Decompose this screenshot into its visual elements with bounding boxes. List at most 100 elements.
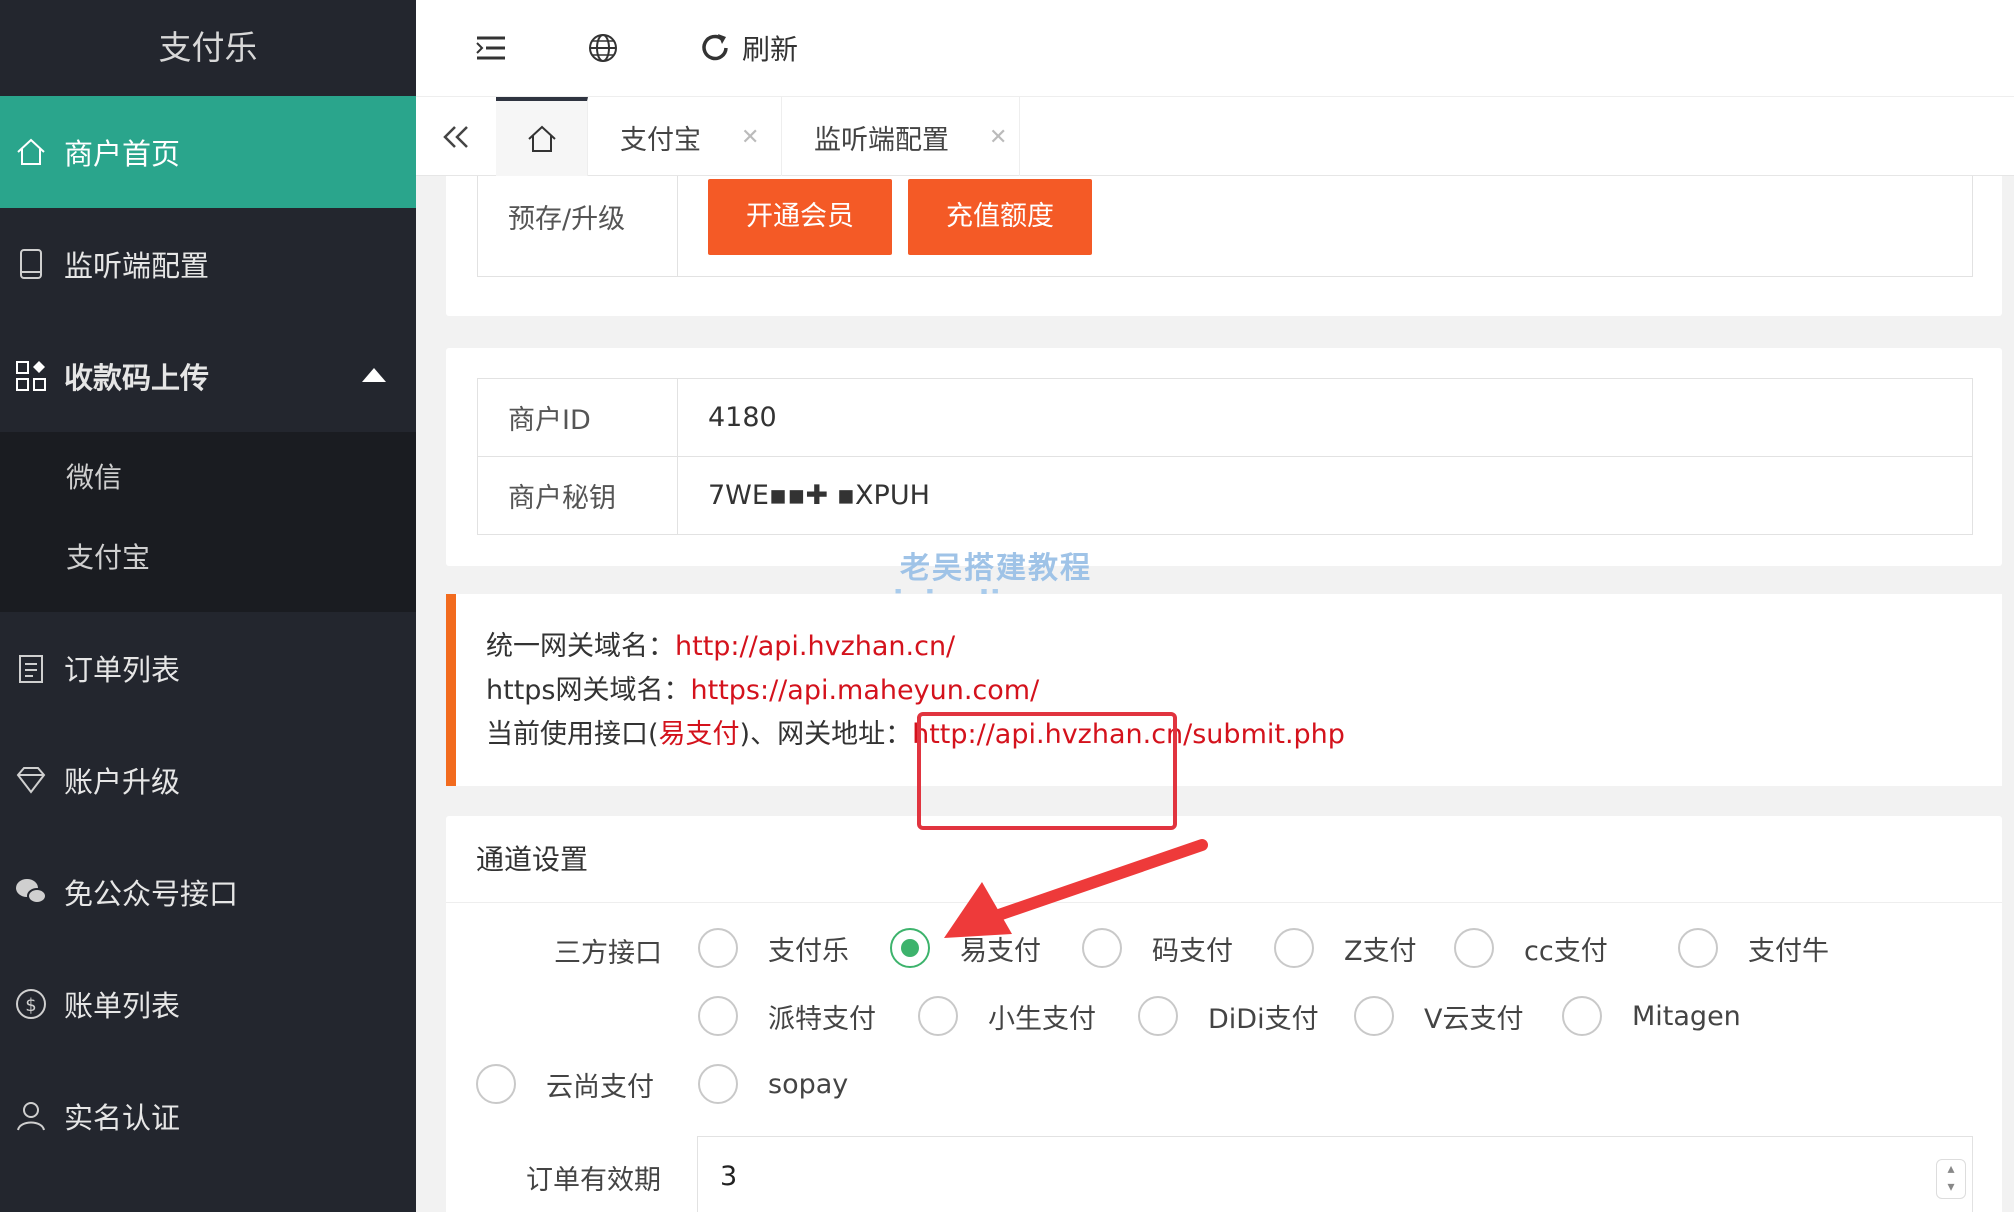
radio-circle[interactable] [1562,996,1602,1036]
caret-up-icon[interactable] [362,368,386,382]
https-gateway-link[interactable]: https://api.maheyun.com/ [691,675,1040,706]
radio-circle[interactable] [1678,928,1718,968]
user-icon [14,1099,48,1133]
order-expire-input[interactable]: 3 ▴ ▾ [697,1136,1973,1212]
upgrade-card: 预存/升级 开通会员 充值额度 [446,176,2002,316]
sidebar-item-label: 商户首页 [64,137,181,171]
sidebar-item-orders[interactable]: 订单列表 [0,612,416,724]
tab-home[interactable] [496,97,588,177]
radio-circle[interactable] [698,996,738,1036]
qrcode-icon [14,359,48,393]
sidebar-item-account-upgrade[interactable]: 账户升级 [0,724,416,836]
globe-icon [589,34,617,62]
sidebar-item-listener-config[interactable]: 监听端配置 [0,208,416,320]
unified-gateway-link[interactable]: http://api.hvzhan.cn/ [675,631,955,662]
sidebar-item-qrcode-upload[interactable]: 收款码上传 [0,320,416,432]
tab-alipay[interactable]: 支付宝 ✕ [588,97,782,177]
sidebar-item-label: 账户升级 [64,765,181,799]
sidebar-item-bills[interactable]: $ 账单列表 [0,948,416,1060]
sidebar-item-label: 订单列表 [64,653,181,687]
radio-option-label: 派特支付 [768,1003,876,1035]
sidebar-item-merchant-home[interactable]: 商户首页 [0,96,416,208]
sidebar-item-label: 实名认证 [64,1101,181,1135]
radio-circle[interactable] [1454,928,1494,968]
radio-circle[interactable] [476,1064,516,1104]
collapse-menu-button[interactable] [474,26,508,70]
number-spinner-icon[interactable]: ▴ ▾ [1936,1159,1966,1199]
order-expire-value: 3 [720,1160,738,1192]
radio-option[interactable]: cc支付 [1454,928,1608,968]
radio-option-label: DiDi支付 [1208,1003,1319,1035]
brand-title: 支付乐 [0,0,416,96]
radio-circle[interactable] [918,996,958,1036]
sidebar-item-label: 账单列表 [64,989,181,1023]
radio-option[interactable]: 云尚支付 [476,1064,654,1104]
radio-option[interactable]: 支付牛 [1678,928,1829,968]
tab-listener-config[interactable]: 监听端配置 ✕ [782,97,1020,177]
watermark-text: 老吴搭建教程 [900,551,1092,586]
clipboard-icon [14,651,48,685]
merchant-key-value: 7WE▪▪✚ ▪XPUH [677,456,1973,535]
dollar-icon: $ [14,987,48,1021]
tabs-scroll-left-button[interactable] [416,97,496,177]
submenu-item-alipay[interactable]: 支付宝 [66,536,150,576]
merchant-key-label: 商户秘钥 [477,456,678,535]
radio-circle[interactable] [1354,996,1394,1036]
radio-option[interactable]: Z支付 [1274,928,1417,968]
radio-circle[interactable] [698,928,738,968]
sidebar-item-no-official-account[interactable]: 免公众号接口 [0,836,416,948]
tabs-bar: 支付宝 ✕ 监听端配置 ✕ [416,96,2014,177]
current-interface-prefix: 当前使用接口( [486,719,659,750]
radio-circle[interactable] [1138,996,1178,1036]
radio-option[interactable]: 支付乐 [698,928,849,968]
upgrade-table: 预存/升级 开通会员 充值额度 [477,176,1973,277]
radio-circle-selected[interactable] [890,928,930,968]
radio-option[interactable]: sopay [698,1064,848,1104]
radio-option-label: 支付牛 [1748,935,1829,967]
submenu: 微信 支付宝 [0,432,416,612]
third-party-interface-label: 三方接口 [554,937,662,969]
unified-gateway-label: 统一网关域名： [486,631,675,662]
current-interface-name: 易支付 [658,719,740,750]
refresh-button[interactable]: 刷新 [698,26,798,70]
open-membership-button[interactable]: 开通会员 [708,178,892,255]
radio-option[interactable]: Mitagen [1562,996,1741,1036]
radio-option[interactable]: 派特支付 [698,996,876,1036]
sidebar-item-label: 监听端配置 [64,249,210,283]
language-button[interactable] [586,26,620,70]
radio-option[interactable]: 小生支付 [918,996,1096,1036]
home-icon [527,125,556,152]
diamond-icon [14,763,48,797]
radio-circle[interactable] [698,1064,738,1104]
recharge-quota-button[interactable]: 充值额度 [908,178,1092,255]
radio-option-label: sopay [768,1068,849,1100]
submenu-item-wechat[interactable]: 微信 [66,456,122,496]
radio-option-label: cc支付 [1524,935,1608,967]
https-gateway-label: https网关域名： [486,675,691,706]
top-bar: 刷新 [416,0,2014,96]
merchant-table: 商户ID 4180 商户秘钥 7WE▪▪✚ ▪XPUH [477,378,1973,535]
tablet-icon [14,247,48,281]
refresh-label: 刷新 [742,33,799,66]
channel-settings-title: 通道设置 [476,843,589,876]
radio-option-label: 小生支付 [988,1003,1096,1035]
sidebar-item-verification[interactable]: 实名认证 [0,1060,416,1172]
radio-option-label: Z支付 [1344,935,1417,967]
radio-circle[interactable] [1274,928,1314,968]
radio-option-label: Mitagen [1632,1000,1741,1032]
annotation-arrow-icon [944,839,1208,938]
unified-gateway-line: 统一网关域名：http://api.hvzhan.cn/ [486,624,955,663]
radio-option-label: 支付乐 [768,935,849,967]
radio-option[interactable]: DiDi支付 [1138,996,1319,1036]
sidebar-item-label: 免公众号接口 [64,877,239,911]
current-interface-mid: )、网关地址： [739,719,913,750]
home-icon [14,135,48,169]
close-icon[interactable]: ✕ [989,125,1007,150]
close-icon[interactable]: ✕ [741,125,759,150]
main-content: 预存/升级 开通会员 充值额度 商户ID 4180 商户秘钥 7WE▪▪✚ ▪XP… [416,176,2014,1212]
refresh-icon [702,34,728,61]
radio-option[interactable]: V云支付 [1354,996,1523,1036]
tab-label: 支付宝 [620,124,701,156]
wechat-icon [14,875,48,909]
merchant-id-value: 4180 [677,378,1973,457]
